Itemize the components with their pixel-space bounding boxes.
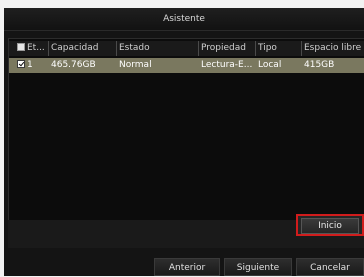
row-select[interactable]: 1 [15,58,49,73]
hdd-table: Et... Capacidad Estado Propiedad Tipo Es… [8,38,364,222]
select-all-checkbox[interactable] [17,42,25,51]
cell-type: Local [258,60,282,70]
column-free-space[interactable]: Espacio libre [302,41,364,56]
previous-button[interactable]: Anterior [154,258,220,276]
start-button[interactable]: Inicio [296,214,364,236]
cell-free-space: 415GB [304,60,335,70]
start-button-label: Inicio [301,218,359,234]
column-capacity[interactable]: Capacidad [49,41,117,56]
cancel-button[interactable]: Cancelar [296,258,364,276]
column-type[interactable]: Tipo [256,41,302,56]
next-button[interactable]: Siguiente [224,258,292,276]
row-label: 1 [27,60,33,70]
table-row[interactable]: 1 465.76GB Normal Lectura-E... Local 415… [9,58,364,73]
cell-capacity: 465.76GB [51,60,96,70]
dialog-title: Asistente [4,8,364,31]
table-header: Et... Capacidad Estado Propiedad Tipo Es… [9,41,364,56]
row-checkbox[interactable] [17,59,25,68]
header-select-all[interactable]: Et... [15,41,49,56]
column-property[interactable]: Propiedad [199,41,256,56]
cell-status: Normal [119,60,152,70]
column-status[interactable]: Estado [117,41,199,56]
cell-property: Lectura-E... [201,60,253,70]
column-label: Et... [27,43,45,53]
